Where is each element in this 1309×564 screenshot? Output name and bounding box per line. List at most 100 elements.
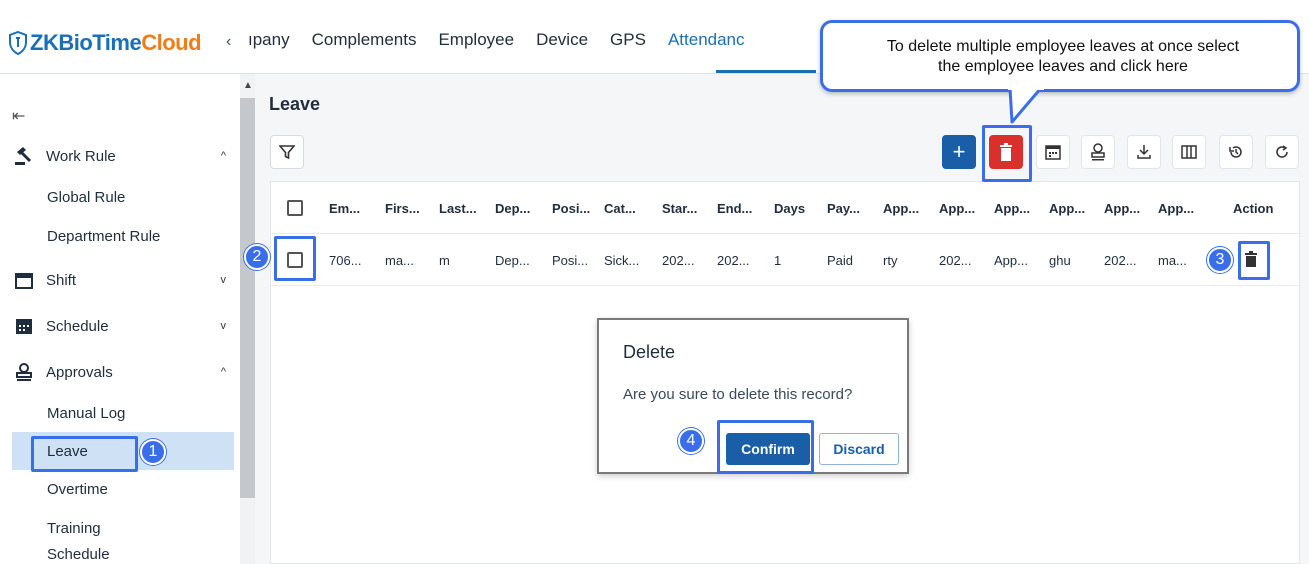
- collapse-menu-icon[interactable]: ⇤: [12, 106, 25, 126]
- table-header: Em... Firs... Last... Dep... Posi... Cat…: [271, 182, 1301, 234]
- column-header[interactable]: Firs...: [385, 201, 420, 216]
- chevron-down-icon: v: [220, 274, 227, 286]
- sidebar-group-shift[interactable]: Shift v: [14, 270, 230, 290]
- table-cell: 202...: [1104, 253, 1137, 268]
- column-header[interactable]: App...: [994, 201, 1030, 216]
- tab-device[interactable]: Device: [536, 30, 588, 50]
- callout-line-1: To delete multiple employee leaves at on…: [886, 38, 1240, 55]
- table-row[interactable]: 706... ma... m Dep... Posi... Sick... 20…: [271, 234, 1301, 286]
- table-cell: ma...: [1158, 253, 1187, 268]
- shield-logo-icon: [9, 31, 27, 55]
- column-header[interactable]: Em...: [329, 201, 360, 216]
- table-cell: 202...: [939, 253, 972, 268]
- filter-button[interactable]: [270, 135, 304, 169]
- columns-button[interactable]: [1172, 135, 1206, 169]
- table-cell: App...: [994, 253, 1028, 268]
- table-cell: 202...: [717, 253, 750, 268]
- trash-icon: [1245, 251, 1257, 267]
- column-header[interactable]: App...: [883, 201, 919, 216]
- table-cell: ma...: [385, 253, 414, 268]
- column-header[interactable]: Cat...: [604, 201, 636, 216]
- page-title: Leave: [269, 94, 321, 114]
- tab-complements[interactable]: Complements: [312, 30, 417, 50]
- table-cell: 706...: [329, 253, 362, 268]
- column-header[interactable]: Dep...: [495, 201, 530, 216]
- logo-text-cloud: Cloud: [141, 30, 202, 55]
- tab-attendance[interactable]: Attendanc: [668, 30, 745, 50]
- tab-gps[interactable]: GPS: [610, 30, 646, 50]
- dialog-title: Delete: [623, 342, 676, 362]
- bulk-delete-button[interactable]: [989, 135, 1023, 169]
- column-header[interactable]: Last...: [439, 201, 477, 216]
- sidebar-item-overtime[interactable]: Overtime: [47, 481, 108, 498]
- column-header[interactable]: App...: [1158, 201, 1194, 216]
- refresh-button[interactable]: [1265, 135, 1299, 169]
- column-header[interactable]: App...: [1049, 201, 1085, 216]
- sidebar-item-manual-log[interactable]: Manual Log: [47, 405, 125, 422]
- step-badge-2: 2: [244, 244, 270, 270]
- column-header[interactable]: Posi...: [552, 201, 590, 216]
- chevron-down-icon: v: [220, 320, 227, 332]
- logo-text-zk: ZKBioTime: [30, 30, 142, 55]
- calendar-icon: [14, 270, 34, 290]
- step-badge-1: 1: [140, 439, 166, 465]
- table-cell: Paid: [827, 253, 854, 268]
- nav-scroll-left-icon[interactable]: ‹: [226, 33, 231, 51]
- sidebar-group-label: Approvals: [46, 363, 113, 381]
- sidebar-item-department-rule[interactable]: Department Rule: [47, 228, 160, 245]
- sidebar-scrollbar-thumb[interactable]: [240, 98, 255, 498]
- sidebar-group-label: Work Rule: [46, 147, 116, 165]
- sidebar-group-schedule[interactable]: Schedule v: [14, 316, 230, 336]
- sidebar-group-label: Shift: [46, 271, 77, 289]
- column-header[interactable]: Days: [774, 201, 805, 216]
- table-cell: rty: [883, 253, 898, 268]
- columns-icon: [1181, 145, 1197, 159]
- export-button[interactable]: [1127, 135, 1161, 169]
- table-cell: Posi...: [552, 253, 589, 268]
- history-icon: [1229, 146, 1242, 158]
- table-cell: Dep...: [495, 253, 530, 268]
- stamp-icon: [14, 362, 34, 382]
- column-header[interactable]: App...: [939, 201, 975, 216]
- delete-confirm-dialog: Delete Are you sure to delete this recor…: [597, 318, 909, 474]
- active-tab-underline: [716, 70, 816, 73]
- refresh-icon: [1276, 145, 1288, 158]
- gavel-icon: [14, 146, 34, 166]
- column-header[interactable]: Star...: [662, 201, 697, 216]
- column-header[interactable]: App...: [1104, 201, 1140, 216]
- history-button[interactable]: [1219, 135, 1253, 169]
- download-icon: [1137, 145, 1151, 159]
- scroll-up-icon[interactable]: ▲: [243, 80, 253, 91]
- tab-company[interactable]: ıpany: [248, 30, 290, 50]
- discard-button[interactable]: Discard: [819, 433, 899, 465]
- select-all-checkbox[interactable]: [287, 200, 303, 216]
- callout-pointer: [1008, 88, 1044, 124]
- sidebar-item-training-schedule-line2[interactable]: Schedule: [47, 546, 110, 563]
- dialog-message: Are you sure to delete this record?: [623, 386, 853, 403]
- sidebar-item-training-schedule-line1[interactable]: Training: [47, 520, 101, 537]
- stamp-icon: [1091, 143, 1105, 161]
- plus-icon: +: [952, 139, 966, 164]
- app-logo[interactable]: ZKBioTime Cloud: [8, 30, 202, 56]
- row-delete-button[interactable]: [1245, 251, 1257, 270]
- row-checkbox[interactable]: [287, 252, 303, 268]
- sidebar-item-leave[interactable]: Leave: [47, 443, 88, 460]
- table-cell: 202...: [662, 253, 695, 268]
- column-header[interactable]: Pay...: [827, 201, 860, 216]
- sidebar-group-work-rule[interactable]: Work Rule ^: [14, 146, 230, 166]
- add-button[interactable]: +: [942, 135, 976, 169]
- module-tabs: ıpany Complements Employee Device GPS At…: [248, 30, 767, 50]
- schedule-button[interactable]: [1036, 135, 1070, 169]
- sidebar-item-global-rule[interactable]: Global Rule: [47, 189, 125, 206]
- confirm-button[interactable]: Confirm: [726, 433, 810, 465]
- calendar-grid-icon: [14, 316, 34, 336]
- column-header[interactable]: End...: [717, 201, 752, 216]
- tab-employee[interactable]: Employee: [438, 30, 514, 50]
- approve-button[interactable]: [1081, 135, 1115, 169]
- table-cell: 1: [774, 253, 782, 268]
- step-badge-3: 3: [1207, 247, 1233, 273]
- tutorial-callout: To delete multiple employee leaves at on…: [820, 20, 1300, 92]
- table-cell: m: [439, 253, 450, 268]
- sidebar-group-approvals[interactable]: Approvals ^: [14, 362, 230, 382]
- sidebar-selected-background: [12, 432, 234, 470]
